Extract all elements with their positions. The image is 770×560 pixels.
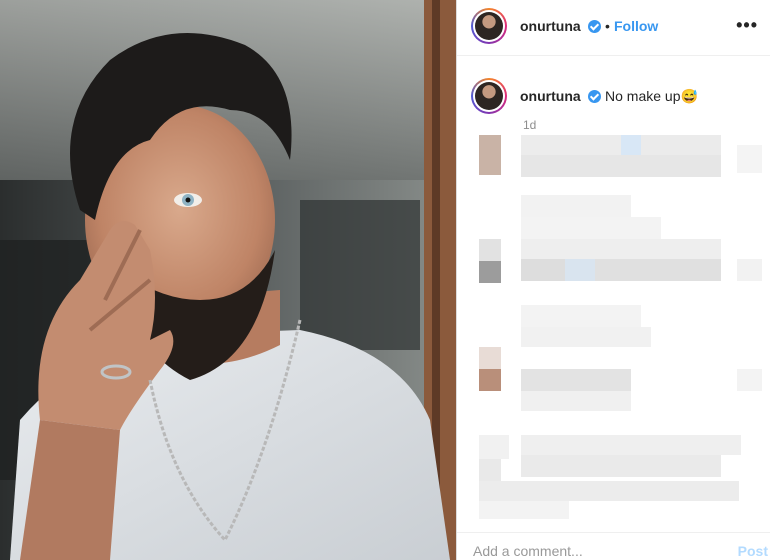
caption-username[interactable]: onurtuna: [520, 88, 581, 104]
caption-verified-icon: [588, 90, 601, 103]
post-header: onurtuna • Follow •••: [457, 0, 770, 56]
comment-footer: Add a comment... Post: [457, 532, 770, 560]
post-time[interactable]: 1d: [523, 118, 536, 132]
caption-text: No make up😅: [605, 88, 698, 104]
separator-dot: •: [605, 18, 610, 34]
verified-badge-icon: [588, 20, 601, 33]
add-comment-input[interactable]: Add a comment...: [473, 543, 583, 559]
post-comment-button[interactable]: Post: [738, 543, 768, 559]
post-sidebar: onurtuna • Follow ••• onurtuna No make u…: [457, 0, 770, 560]
header-username[interactable]: onurtuna: [520, 18, 581, 34]
more-options-icon[interactable]: •••: [736, 15, 758, 36]
avatar[interactable]: [471, 8, 507, 44]
follow-button[interactable]: Follow: [614, 18, 658, 34]
photo-illustration: [0, 0, 456, 560]
post-photo[interactable]: [0, 0, 456, 560]
caption-avatar[interactable]: [471, 78, 507, 114]
pixelated-comments: [457, 135, 770, 525]
